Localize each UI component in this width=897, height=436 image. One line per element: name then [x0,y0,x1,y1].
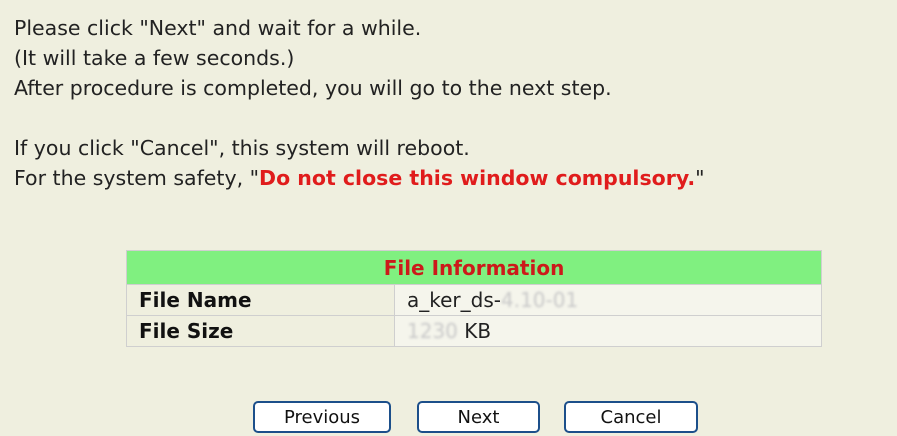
file-information-table: File Information File Name a_ker_ds-4.10… [126,250,822,347]
safety-prefix: For the system safety, " [14,166,260,190]
safety-suffix: " [695,166,705,190]
file-name-value: a_ker_ds-4.10-01 [394,284,822,316]
instruction-line-3: After procedure is completed, you will g… [14,76,612,100]
next-button[interactable]: Next [417,401,540,433]
file-size-obscured: 1230 [407,319,458,343]
instruction-line-5: For the system safety, "Do not close thi… [14,163,705,193]
safety-warning: Do not close this window compulsory. [259,166,696,190]
file-size-unit: KB [457,319,492,343]
instruction-line-1: Please click "Next" and wait for a while… [14,16,422,40]
file-name-prefix: a_ker_ds- [407,288,501,312]
file-name-obscured: 4.10-01 [500,288,579,312]
file-name-label: File Name [126,284,395,316]
table-row: File Size 1230 KB [126,315,822,347]
instructions-text: Please click "Next" and wait for a while… [14,13,705,193]
file-size-value: 1230 KB [394,315,822,347]
instruction-line-2: (It will take a few seconds.) [14,46,295,70]
table-row: File Name a_ker_ds-4.10-01 [126,284,822,316]
cancel-button[interactable]: Cancel [564,401,698,433]
file-information-title: File Information [126,250,822,285]
instruction-line-4: If you click "Cancel", this system will … [14,136,470,160]
previous-button[interactable]: Previous [253,401,391,433]
file-information-header-row: File Information [126,250,822,285]
file-size-label: File Size [126,315,395,347]
instruction-spacer [14,103,705,133]
